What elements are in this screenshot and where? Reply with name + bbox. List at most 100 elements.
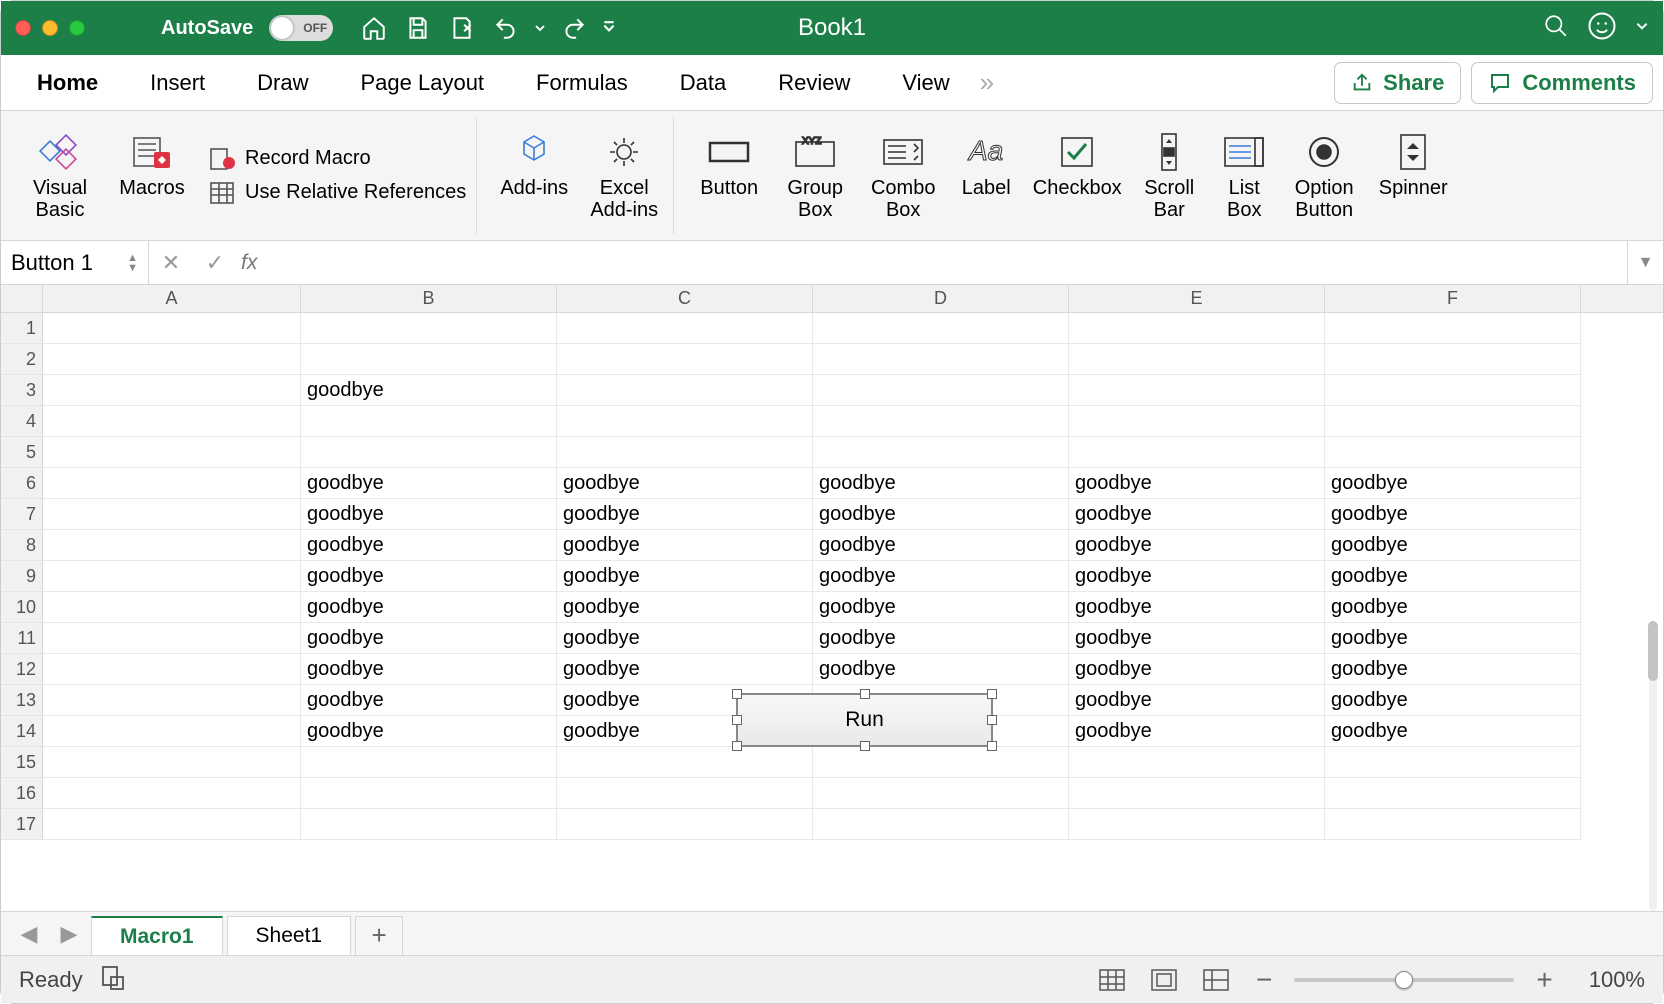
sheet-nav-next-icon[interactable]: ▶	[51, 916, 87, 952]
cell-D11[interactable]: goodbye	[813, 623, 1069, 654]
cell-B15[interactable]	[301, 747, 557, 778]
tab-insert[interactable]: Insert	[132, 64, 223, 102]
cell-D7[interactable]: goodbye	[813, 499, 1069, 530]
normal-view-icon[interactable]	[1094, 962, 1130, 998]
cell-F9[interactable]: goodbye	[1325, 561, 1581, 592]
cell-A13[interactable]	[43, 685, 301, 716]
cell-A8[interactable]	[43, 530, 301, 561]
tab-review[interactable]: Review	[760, 64, 868, 102]
cell-F2[interactable]	[1325, 344, 1581, 375]
resize-handle[interactable]	[732, 741, 742, 751]
minimize-window-button[interactable]	[42, 20, 58, 36]
cell-B11[interactable]: goodbye	[301, 623, 557, 654]
cell-F1[interactable]	[1325, 313, 1581, 344]
save-as-icon[interactable]	[443, 9, 481, 47]
macro-run-button[interactable]: Run	[736, 693, 993, 747]
share-button[interactable]: Share	[1334, 62, 1461, 104]
form-label[interactable]: AaLabel	[952, 131, 1020, 221]
cell-B13[interactable]: goodbye	[301, 685, 557, 716]
cell-C5[interactable]	[557, 437, 813, 468]
cell-B1[interactable]	[301, 313, 557, 344]
cell-F3[interactable]	[1325, 375, 1581, 406]
cancel-formula-icon[interactable]: ✕	[149, 241, 193, 284]
cell-C8[interactable]: goodbye	[557, 530, 813, 561]
select-all-corner[interactable]	[1, 285, 43, 312]
add-ins-button[interactable]: Add-ins	[493, 131, 575, 221]
account-dropdown-icon[interactable]	[1635, 19, 1649, 38]
cell-E11[interactable]: goodbye	[1069, 623, 1325, 654]
cell-B9[interactable]: goodbye	[301, 561, 557, 592]
cell-B7[interactable]: goodbye	[301, 499, 557, 530]
cell-F16[interactable]	[1325, 778, 1581, 809]
row-header-1[interactable]: 1	[1, 313, 43, 344]
cell-E14[interactable]: goodbye	[1069, 716, 1325, 747]
cell-B12[interactable]: goodbye	[301, 654, 557, 685]
cell-E15[interactable]	[1069, 747, 1325, 778]
cell-F12[interactable]: goodbye	[1325, 654, 1581, 685]
cell-A3[interactable]	[43, 375, 301, 406]
tab-draw[interactable]: Draw	[239, 64, 326, 102]
col-header-d[interactable]: D	[813, 285, 1069, 312]
row-header-9[interactable]: 9	[1, 561, 43, 592]
cell-F14[interactable]: goodbye	[1325, 716, 1581, 747]
form-button[interactable]: Button	[690, 131, 768, 221]
cell-B2[interactable]	[301, 344, 557, 375]
home-icon[interactable]	[355, 9, 393, 47]
row-header-4[interactable]: 4	[1, 406, 43, 437]
row-header-17[interactable]: 17	[1, 809, 43, 840]
tab-home[interactable]: Home	[19, 64, 116, 102]
cell-D12[interactable]: goodbye	[813, 654, 1069, 685]
accept-formula-icon[interactable]: ✓	[193, 241, 237, 284]
formula-input[interactable]	[265, 241, 1627, 284]
account-icon[interactable]	[1587, 11, 1617, 46]
row-header-5[interactable]: 5	[1, 437, 43, 468]
name-box[interactable]: Button 1 ▲▼	[1, 241, 149, 284]
cell-B4[interactable]	[301, 406, 557, 437]
cell-D2[interactable]	[813, 344, 1069, 375]
cell-D10[interactable]: goodbye	[813, 592, 1069, 623]
row-header-14[interactable]: 14	[1, 716, 43, 747]
cell-D4[interactable]	[813, 406, 1069, 437]
cell-B3[interactable]: goodbye	[301, 375, 557, 406]
redo-icon[interactable]	[555, 9, 593, 47]
cell-D16[interactable]	[813, 778, 1069, 809]
cell-A11[interactable]	[43, 623, 301, 654]
cell-D9[interactable]: goodbye	[813, 561, 1069, 592]
resize-handle[interactable]	[732, 689, 742, 699]
tab-view[interactable]: View	[884, 64, 967, 102]
resize-handle[interactable]	[860, 689, 870, 699]
cell-C16[interactable]	[557, 778, 813, 809]
cell-B6[interactable]: goodbye	[301, 468, 557, 499]
cell-D15[interactable]	[813, 747, 1069, 778]
cell-F4[interactable]	[1325, 406, 1581, 437]
cell-F10[interactable]: goodbye	[1325, 592, 1581, 623]
cell-E5[interactable]	[1069, 437, 1325, 468]
form-group-box[interactable]: XYZGroup Box	[776, 131, 854, 221]
cell-A10[interactable]	[43, 592, 301, 623]
cell-F6[interactable]: goodbye	[1325, 468, 1581, 499]
cell-F8[interactable]: goodbye	[1325, 530, 1581, 561]
cell-B10[interactable]: goodbye	[301, 592, 557, 623]
row-header-15[interactable]: 15	[1, 747, 43, 778]
tab-page-layout[interactable]: Page Layout	[343, 64, 503, 102]
row-header-7[interactable]: 7	[1, 499, 43, 530]
add-sheet-button[interactable]: +	[355, 916, 403, 956]
undo-icon[interactable]	[487, 9, 525, 47]
cell-D3[interactable]	[813, 375, 1069, 406]
cell-A2[interactable]	[43, 344, 301, 375]
qat-customize-icon[interactable]	[599, 9, 619, 47]
cell-A5[interactable]	[43, 437, 301, 468]
cell-D5[interactable]	[813, 437, 1069, 468]
resize-handle[interactable]	[987, 689, 997, 699]
cell-A15[interactable]	[43, 747, 301, 778]
macro-recording-icon[interactable]	[99, 963, 127, 997]
cell-A14[interactable]	[43, 716, 301, 747]
sheet-nav-prev-icon[interactable]: ◀	[11, 916, 47, 952]
col-header-c[interactable]: C	[557, 285, 813, 312]
cell-E4[interactable]	[1069, 406, 1325, 437]
col-header-a[interactable]: A	[43, 285, 301, 312]
cell-A4[interactable]	[43, 406, 301, 437]
cell-E13[interactable]: goodbye	[1069, 685, 1325, 716]
resize-handle[interactable]	[732, 715, 742, 725]
use-relative-references-button[interactable]: Use Relative References	[209, 181, 466, 205]
